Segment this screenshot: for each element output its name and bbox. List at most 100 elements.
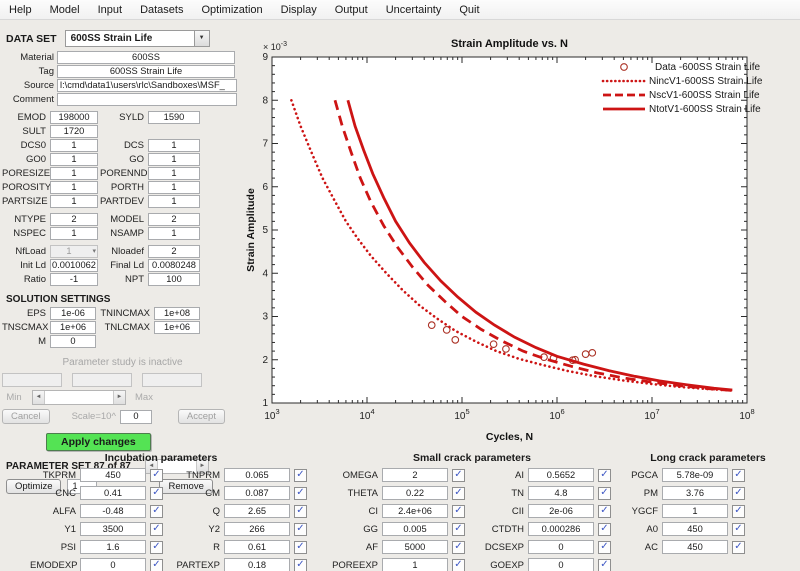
field-r[interactable]: 0.61 bbox=[224, 540, 290, 554]
scale-input[interactable]: 0 bbox=[120, 410, 152, 424]
field-nspec[interactable]: 1 bbox=[50, 227, 98, 240]
checkbox-tnprm[interactable]: ✓ bbox=[294, 469, 307, 482]
field-tnlcmax[interactable]: 1e+06 bbox=[154, 321, 200, 334]
checkbox-poreexp[interactable]: ✓ bbox=[452, 559, 465, 571]
field-alfa[interactable]: -0.48 bbox=[80, 504, 146, 518]
checkbox-partexp[interactable]: ✓ bbox=[294, 559, 307, 571]
field-ai[interactable]: 0.5652 bbox=[528, 468, 594, 482]
field-ygcf[interactable]: 1 bbox=[662, 504, 728, 518]
field-emodexp[interactable]: 0 bbox=[80, 558, 146, 571]
study-input-1[interactable] bbox=[2, 373, 62, 387]
checkbox-y2[interactable]: ✓ bbox=[294, 523, 307, 536]
field-ac[interactable]: 450 bbox=[662, 540, 728, 554]
field-go0[interactable]: 1 bbox=[50, 153, 98, 166]
menu-item-output[interactable]: Output bbox=[326, 2, 377, 18]
checkbox-ci[interactable]: ✓ bbox=[452, 505, 465, 518]
field-y2[interactable]: 266 bbox=[224, 522, 290, 536]
menu-item-help[interactable]: Help bbox=[0, 2, 41, 18]
checkbox-q[interactable]: ✓ bbox=[294, 505, 307, 518]
field-partsize[interactable]: 1 bbox=[50, 195, 98, 208]
field-comment[interactable] bbox=[57, 93, 237, 106]
field-q[interactable]: 2.65 bbox=[224, 504, 290, 518]
field-ctdth[interactable]: 0.000286 bbox=[528, 522, 594, 536]
dataset-combobox[interactable]: 600SS Strain Life ▼ bbox=[65, 30, 210, 47]
study-input-3[interactable] bbox=[142, 373, 202, 387]
field-model[interactable]: 2 bbox=[148, 213, 200, 226]
menu-item-optimization[interactable]: Optimization bbox=[192, 2, 271, 18]
field-cnc[interactable]: 0.41 bbox=[80, 486, 146, 500]
field-source[interactable]: l:\cmd\data1\users\rlc\Sandboxes\MSF_ bbox=[57, 79, 237, 92]
checkbox-a0[interactable]: ✓ bbox=[732, 523, 745, 536]
checkbox-af[interactable]: ✓ bbox=[452, 541, 465, 554]
field-ratio[interactable]: -1 bbox=[50, 273, 98, 286]
field-tnincmax[interactable]: 1e+08 bbox=[154, 307, 200, 320]
menu-item-quit[interactable]: Quit bbox=[450, 2, 488, 18]
study-input-2[interactable] bbox=[72, 373, 132, 387]
field-eps[interactable]: 1e-06 bbox=[50, 307, 96, 320]
field-poreexp[interactable]: 1 bbox=[382, 558, 448, 571]
checkbox-cii[interactable]: ✓ bbox=[598, 505, 611, 518]
field-tn[interactable]: 4.8 bbox=[528, 486, 594, 500]
field-cm[interactable]: 0.087 bbox=[224, 486, 290, 500]
checkbox-pgca[interactable]: ✓ bbox=[732, 469, 745, 482]
field-psi[interactable]: 1.6 bbox=[80, 540, 146, 554]
field-m[interactable]: 0 bbox=[50, 335, 96, 348]
menu-item-datasets[interactable]: Datasets bbox=[131, 2, 192, 18]
slider-right-icon[interactable]: ► bbox=[114, 391, 125, 404]
field-tnscmax[interactable]: 1e+06 bbox=[50, 321, 96, 334]
field-tag[interactable]: 600SS Strain Life bbox=[57, 65, 235, 78]
field-dcs[interactable]: 1 bbox=[148, 139, 200, 152]
study-slider[interactable]: ◄ ► bbox=[32, 390, 126, 405]
checkbox-psi[interactable]: ✓ bbox=[150, 541, 163, 554]
field-init-ld[interactable]: 0.0010062 bbox=[50, 259, 98, 272]
field-y1[interactable]: 3500 bbox=[80, 522, 146, 536]
slider-track[interactable] bbox=[44, 391, 114, 404]
field-partdev[interactable]: 1 bbox=[148, 195, 200, 208]
checkbox-omega[interactable]: ✓ bbox=[452, 469, 465, 482]
checkbox-y1[interactable]: ✓ bbox=[150, 523, 163, 536]
checkbox-ygcf[interactable]: ✓ bbox=[732, 505, 745, 518]
accept-button[interactable]: Accept bbox=[178, 409, 225, 424]
field-go[interactable]: 1 bbox=[148, 153, 200, 166]
menu-item-uncertainty[interactable]: Uncertainty bbox=[377, 2, 451, 18]
checkbox-ac[interactable]: ✓ bbox=[732, 541, 745, 554]
checkbox-tkprm[interactable]: ✓ bbox=[150, 469, 163, 482]
apply-changes-button[interactable]: Apply changes bbox=[46, 433, 151, 451]
checkbox-gg[interactable]: ✓ bbox=[452, 523, 465, 536]
checkbox-cnc[interactable]: ✓ bbox=[150, 487, 163, 500]
field-tnprm[interactable]: 0.065 bbox=[224, 468, 290, 482]
field-gg[interactable]: 0.005 bbox=[382, 522, 448, 536]
field-cii[interactable]: 2e-06 bbox=[528, 504, 594, 518]
checkbox-goexp[interactable]: ✓ bbox=[598, 559, 611, 571]
checkbox-emodexp[interactable]: ✓ bbox=[150, 559, 163, 571]
field-emod[interactable]: 198000 bbox=[50, 111, 98, 124]
field-tkprm[interactable]: 450 bbox=[80, 468, 146, 482]
menu-item-display[interactable]: Display bbox=[272, 2, 326, 18]
slider-left-icon[interactable]: ◄ bbox=[33, 391, 44, 404]
field-poresize[interactable]: 1 bbox=[50, 167, 98, 180]
field-dcs0[interactable]: 1 bbox=[50, 139, 98, 152]
field-theta[interactable]: 0.22 bbox=[382, 486, 448, 500]
field-nsamp[interactable]: 1 bbox=[148, 227, 200, 240]
field-npt[interactable]: 100 bbox=[148, 273, 200, 286]
menu-item-input[interactable]: Input bbox=[89, 2, 131, 18]
field-syld[interactable]: 1590 bbox=[148, 111, 200, 124]
field-goexp[interactable]: 0 bbox=[528, 558, 594, 571]
field-a0[interactable]: 450 bbox=[662, 522, 728, 536]
checkbox-theta[interactable]: ✓ bbox=[452, 487, 465, 500]
field-material[interactable]: 600SS bbox=[57, 51, 235, 64]
field-partexp[interactable]: 0.18 bbox=[224, 558, 290, 571]
checkbox-r[interactable]: ✓ bbox=[294, 541, 307, 554]
field-pgca[interactable]: 5.78e-09 bbox=[662, 468, 728, 482]
field-nloadef[interactable]: 2 bbox=[148, 245, 200, 258]
checkbox-pm[interactable]: ✓ bbox=[732, 487, 745, 500]
checkbox-dcsexp[interactable]: ✓ bbox=[598, 541, 611, 554]
field-af[interactable]: 5000 bbox=[382, 540, 448, 554]
cancel-button[interactable]: Cancel bbox=[2, 409, 50, 424]
field-porennd[interactable]: 1 bbox=[148, 167, 200, 180]
field-ntype[interactable]: 2 bbox=[50, 213, 98, 226]
field-nfload[interactable]: 1▾ bbox=[50, 245, 98, 258]
checkbox-alfa[interactable]: ✓ bbox=[150, 505, 163, 518]
chevron-down-icon[interactable]: ▼ bbox=[194, 31, 209, 46]
checkbox-cm[interactable]: ✓ bbox=[294, 487, 307, 500]
